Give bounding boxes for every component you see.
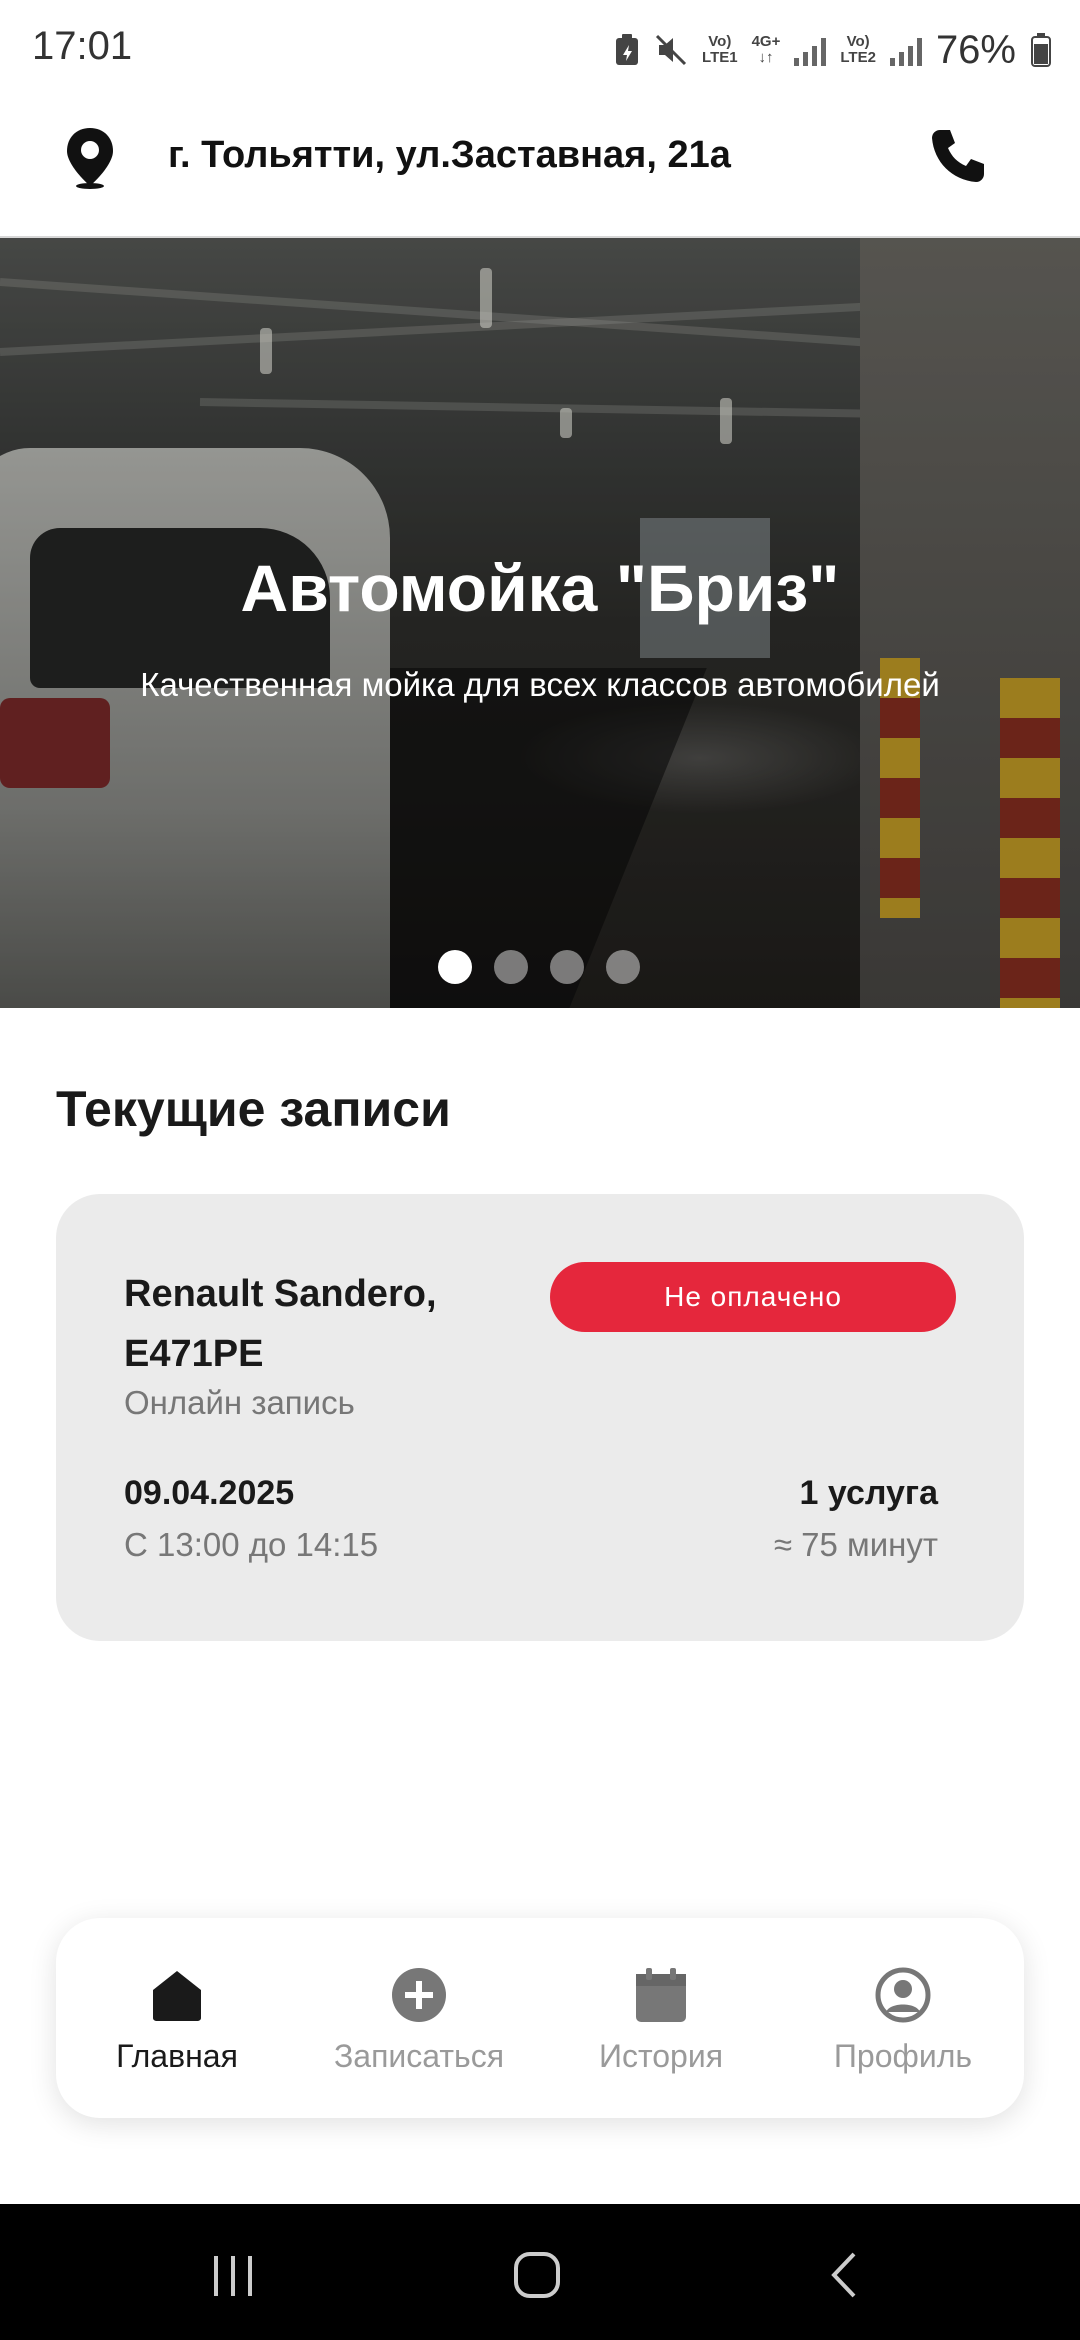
network-4g: 4G+ ↓↑	[751, 33, 781, 66]
battery-percent: 76%	[935, 27, 1016, 72]
status-time: 17:01	[32, 24, 133, 68]
signal-icon	[794, 34, 827, 66]
nav-item-profile[interactable]: Профиль	[782, 1918, 1024, 2118]
carousel-indicator	[438, 950, 640, 984]
recent-apps-icon[interactable]	[208, 2250, 258, 2300]
address-text[interactable]: г. Тольятти, ул.Заставная, 21а	[168, 134, 731, 177]
network-lte2: Vo) LTE2	[840, 33, 876, 66]
carousel-dot-4[interactable]	[606, 950, 640, 984]
network-lte1: Vo) LTE1	[702, 33, 738, 66]
profile-icon	[875, 1967, 931, 2023]
mute-icon	[655, 34, 687, 66]
app-header: г. Тольятти, ул.Заставная, 21а	[0, 100, 1080, 238]
section-title-current-bookings: Текущие записи	[56, 1081, 451, 1137]
booking-car: Renault Sandero, Е471РЕ	[124, 1273, 437, 1375]
hero-title: Автомойка "Бриз"	[240, 551, 840, 625]
map-pin-icon[interactable]	[62, 126, 118, 190]
booking-duration: ≈ 75 минут	[773, 1526, 938, 1563]
bottom-navigation: Главная Записаться История Профиль	[56, 1918, 1024, 2118]
plus-circle-icon	[392, 1968, 446, 2022]
hero-subtitle: Качественная мойка для всех классов авто…	[140, 666, 940, 703]
status-icons: Vo) LTE1 4G+ ↓↑ Vo) LTE2 76%	[614, 22, 1052, 78]
booking-date: 09.04.2025	[124, 1474, 295, 1512]
carousel-dot-3[interactable]	[550, 950, 584, 984]
nav-label-home: Главная	[116, 2038, 238, 2074]
nav-item-history[interactable]: История	[540, 1918, 782, 2118]
booking-type: Онлайн запись	[124, 1384, 355, 1421]
booking-time: С 13:00 до 14:15	[124, 1526, 379, 1563]
status-bar: 17:01 Vo) LTE1 4G+ ↓↑ Vo) LTE2 76%	[0, 0, 1080, 100]
back-icon[interactable]	[820, 2250, 870, 2300]
nav-label-profile: Профиль	[833, 2038, 973, 2074]
booking-card[interactable]: Renault Sandero, Е471РЕ Онлайн запись Не…	[56, 1194, 1024, 1641]
battery-saver-icon	[616, 34, 639, 65]
carousel-dot-2[interactable]	[494, 950, 528, 984]
booking-services: 1 услуга	[799, 1474, 938, 1512]
nav-label-book: Записаться	[333, 2038, 505, 2074]
payment-status-badge[interactable]: Не оплачено	[550, 1262, 956, 1332]
calendar-icon	[636, 1968, 686, 2022]
nav-item-home[interactable]: Главная	[56, 1918, 298, 2118]
system-navigation-bar	[0, 2204, 1080, 2340]
nav-label-history: История	[598, 2038, 724, 2074]
home-icon	[153, 1971, 201, 2021]
nav-item-book[interactable]: Записаться	[298, 1918, 540, 2118]
phone-icon[interactable]	[928, 126, 988, 186]
battery-icon	[1031, 33, 1051, 67]
hero-carousel[interactable]: Автомойка "Бриз" Качественная мойка для …	[0, 238, 1080, 1008]
home-circle-icon[interactable]	[512, 2250, 562, 2300]
signal-icon	[889, 34, 922, 66]
carousel-dot-1[interactable]	[438, 950, 472, 984]
